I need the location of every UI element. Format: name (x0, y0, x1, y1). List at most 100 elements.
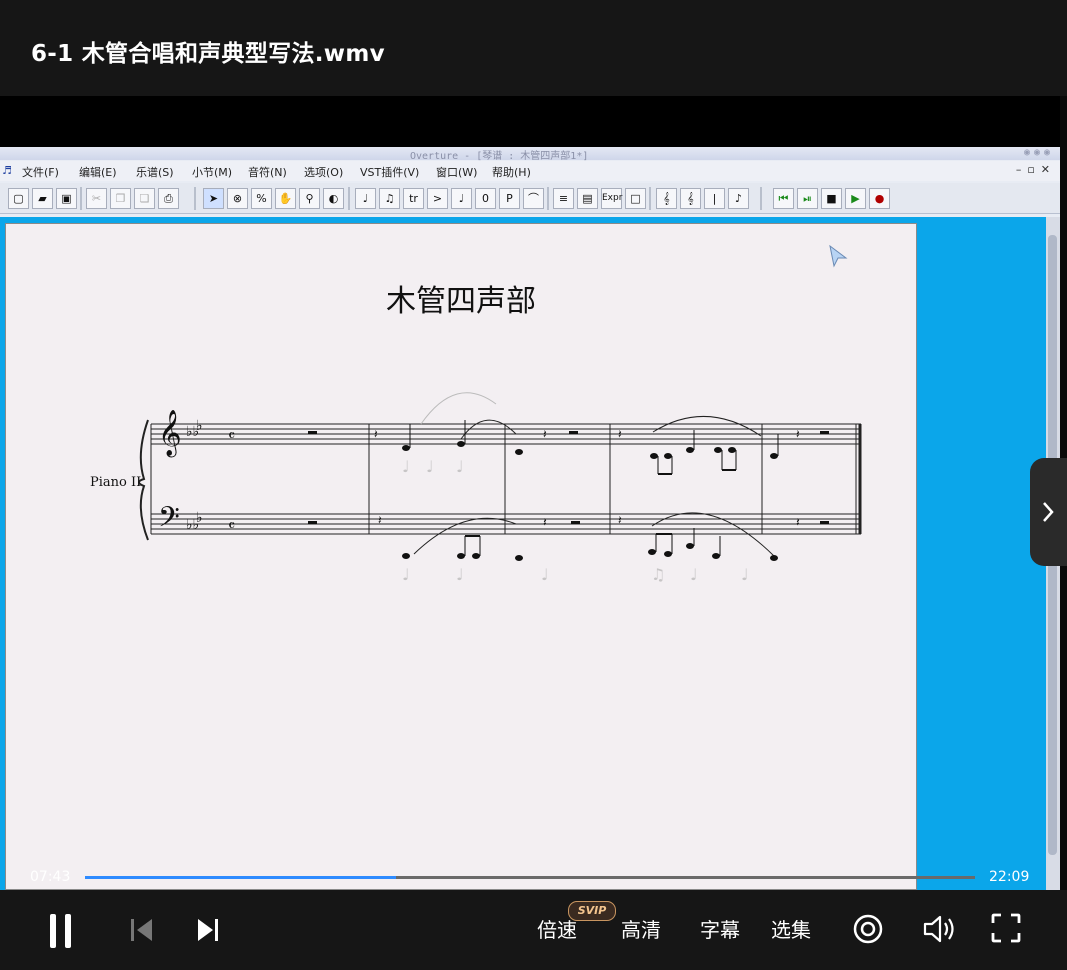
svg-text:𝄴: 𝄴 (228, 516, 235, 535)
trill-icon[interactable]: tr (403, 188, 424, 209)
svg-text:𝄞: 𝄞 (158, 410, 182, 458)
toolbar-separator (80, 187, 82, 210)
menu-help[interactable]: 帮助(H) (492, 164, 531, 180)
svg-text:♭: ♭ (196, 418, 203, 434)
svg-text:♩: ♩ (741, 565, 749, 584)
video-player[interactable]: Overture - [琴谱 : 木管四声部1*] ◉◉◉ ♬ 文件(F) 编辑… (0, 96, 1060, 890)
barline-icon[interactable]: | (704, 188, 725, 209)
select-arrow-icon[interactable]: ➤ (203, 188, 224, 209)
progress-bar[interactable] (85, 876, 975, 879)
treble-clef-icon[interactable]: 𝄞 (656, 188, 677, 209)
tie-notes-icon[interactable]: ♫ (379, 188, 400, 209)
previous-icon[interactable] (128, 917, 156, 943)
record-icon[interactable]: ● (869, 188, 890, 209)
svg-text:♩: ♩ (456, 457, 464, 476)
instrument-label: Piano II (90, 475, 141, 490)
cut-icon[interactable]: ✂ (86, 188, 107, 209)
menu-measure[interactable]: 小节(M) (192, 164, 232, 180)
svg-text:♩: ♩ (541, 565, 549, 584)
stop-icon[interactable]: ■ (821, 188, 842, 209)
menu-window[interactable]: 窗口(W) (436, 164, 477, 180)
current-time: 07:43 (30, 869, 71, 885)
player-controls: 倍速 SVIP 高清 字幕 选集 (0, 890, 1067, 970)
svg-text:𝄽: 𝄽 (618, 513, 622, 527)
quarter-note-icon[interactable]: ♩ (355, 188, 376, 209)
svg-text:𝄽: 𝄽 (618, 427, 622, 441)
total-time: 22:09 (989, 869, 1030, 885)
speaker-icon[interactable]: ◐ (323, 188, 344, 209)
play-icon[interactable]: ▶ (845, 188, 866, 209)
box-icon[interactable]: □ (625, 188, 646, 209)
lyrics-icon[interactable]: ≡ (553, 188, 574, 209)
chord-grid-icon[interactable]: ▤ (577, 188, 598, 209)
menu-file[interactable]: 文件(F) (22, 164, 59, 180)
svip-badge: SVIP (568, 901, 616, 921)
svg-text:𝄴: 𝄴 (228, 426, 235, 445)
slur-icon[interactable]: ⌒ (523, 188, 544, 209)
app-titlebar: Overture - [琴谱 : 木管四声部1*] ◉◉◉ (0, 147, 1060, 162)
note-entry-icon[interactable]: ♪ (728, 188, 749, 209)
svg-text:♩: ♩ (456, 565, 464, 584)
toolbar-separator (194, 187, 196, 210)
app-title: Overture - [琴谱 : 木管四声部1*] (410, 151, 589, 162)
menu-note[interactable]: 音符(N) (248, 164, 287, 180)
erase-icon[interactable]: ⊗ (227, 188, 248, 209)
svg-text:𝄽: 𝄽 (378, 513, 382, 527)
svg-text:♭: ♭ (196, 510, 203, 526)
expression-icon[interactable]: Expr (601, 188, 622, 209)
svg-text:♩: ♩ (690, 565, 698, 584)
step-play-icon[interactable]: ⏯ (797, 188, 818, 209)
fullscreen-icon[interactable] (990, 912, 1022, 944)
svg-text:𝄽: 𝄽 (796, 515, 800, 529)
quality-button[interactable]: 高清 (621, 914, 661, 943)
volume-icon[interactable] (922, 912, 958, 946)
toolbar: ▢ ▰ ▣ ✂ ❐ ❏ ⎙ ➤ ⊗ % ✋ ⚲ ◐ ♩ ♫ tr > ♩ 0 P… (0, 183, 1060, 214)
score-workspace: 木管四声部 𝄞 ♭♭ ♭ 𝄴 𝄢 ♭♭ ♭ 𝄴 𝄽 𝄽 𝄽 𝄽 𝄽 𝄽 𝄽 𝄽 … (0, 217, 1046, 890)
app-icon: ♬ (2, 164, 12, 177)
save-icon[interactable]: ▣ (56, 188, 77, 209)
toolbar-separator (760, 187, 762, 210)
zoom-icon[interactable]: ⚲ (299, 188, 320, 209)
episodes-button[interactable]: 选集 (771, 914, 811, 943)
window-buttons: ◉◉◉ (1023, 147, 1054, 158)
rewind-icon[interactable]: ⏮ (773, 188, 794, 209)
progress-fill (85, 876, 396, 879)
overture-window: Overture - [琴谱 : 木管四声部1*] ◉◉◉ ♬ 文件(F) 编辑… (0, 147, 1060, 890)
menu-options[interactable]: 选项(O) (304, 164, 343, 180)
subtitle-button[interactable]: 字幕 (700, 914, 740, 943)
percent-icon[interactable]: % (251, 188, 272, 209)
mdi-window-buttons[interactable]: –▫✕ (1016, 163, 1056, 176)
svg-text:𝄽: 𝄽 (543, 427, 547, 441)
toolbar-separator (547, 187, 549, 210)
svg-text:♩: ♩ (426, 457, 434, 476)
video-title-bar: 6-1 木管合唱和声典型写法.wmv (0, 0, 1067, 96)
copy-icon[interactable]: ❐ (110, 188, 131, 209)
menu-score[interactable]: 乐谱(S) (136, 164, 174, 180)
dynamic-icon[interactable]: P (499, 188, 520, 209)
score-page[interactable]: 木管四声部 𝄞 ♭♭ ♭ 𝄴 𝄢 ♭♭ ♭ 𝄴 𝄽 𝄽 𝄽 𝄽 𝄽 𝄽 𝄽 𝄽 … (5, 223, 917, 890)
print-icon[interactable]: ⎙ (158, 188, 179, 209)
key-signature-icon[interactable]: 𝄞 (680, 188, 701, 209)
note-icon[interactable]: ♩ (451, 188, 472, 209)
settings-icon[interactable] (851, 912, 885, 946)
accent-icon[interactable]: > (427, 188, 448, 209)
menu-edit[interactable]: 编辑(E) (79, 164, 117, 180)
paste-icon[interactable]: ❏ (134, 188, 155, 209)
video-title: 6-1 木管合唱和声典型写法.wmv (31, 41, 385, 67)
svg-text:♩: ♩ (402, 457, 410, 476)
fingering-icon[interactable]: 0 (475, 188, 496, 209)
svg-text:𝄽: 𝄽 (374, 427, 378, 441)
svg-text:𝄽: 𝄽 (543, 515, 547, 529)
pause-icon[interactable] (46, 912, 76, 950)
svg-text:♩: ♩ (402, 565, 410, 584)
music-score: 𝄞 ♭♭ ♭ 𝄴 𝄢 ♭♭ ♭ 𝄴 𝄽𝄽 𝄽 𝄽 𝄽𝄽 𝄽 𝄽 ♩ ♩ ♩ ♩ … (90, 392, 862, 584)
svg-text:♫: ♫ (651, 565, 665, 584)
toolbar-separator (649, 187, 651, 210)
new-file-icon[interactable]: ▢ (8, 188, 29, 209)
menu-vst[interactable]: VST插件(V) (360, 164, 419, 180)
open-folder-icon[interactable]: ▰ (32, 188, 53, 209)
side-panel-toggle[interactable] (1030, 458, 1067, 566)
hand-icon[interactable]: ✋ (275, 188, 296, 209)
toolbar-separator (348, 187, 350, 210)
next-icon[interactable] (194, 917, 222, 943)
